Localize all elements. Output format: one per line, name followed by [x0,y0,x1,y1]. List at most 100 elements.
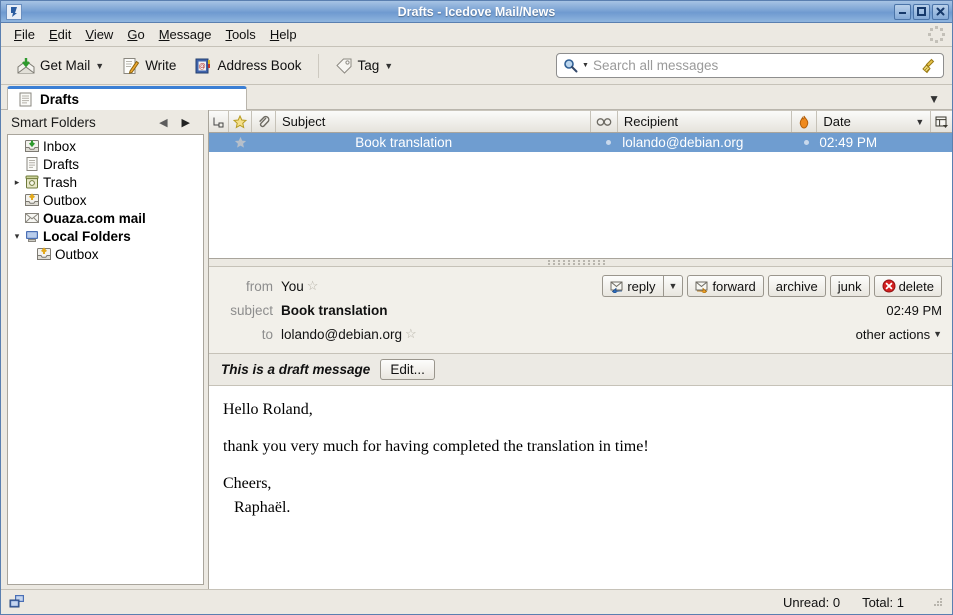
delete-button[interactable]: delete [873,275,942,297]
column-header-starred[interactable] [229,111,253,132]
folder-row-trash[interactable]: ▸ Trash [8,173,203,191]
toolbar-separator [317,53,319,78]
get-mail-chevron-down-icon[interactable]: ▼ [95,61,104,71]
folder-label-outbox: Outbox [43,192,87,208]
search-scope-chevron-down-icon[interactable]: ▼ [582,62,589,69]
search-container: ▼ Search all messages [556,53,944,78]
folder-row-local-folders[interactable]: ▾ Local Folders [8,227,203,245]
folder-label-ouaza-com-mail: Ouaza.com mail [43,210,146,226]
window-controls [894,3,949,20]
column-picker-icon [935,116,948,128]
menu-file[interactable]: File [7,25,42,44]
forward-icon [695,281,708,293]
minimize-icon[interactable] [894,3,911,20]
column-header-date[interactable]: Date ▼ [817,111,932,132]
junk-flame-column-icon [799,115,809,129]
sort-descending-chevron-icon[interactable]: ▼ [915,117,924,127]
tag-chevron-down-icon[interactable]: ▼ [384,61,393,71]
twisty-expanded-icon[interactable]: ▾ [10,231,24,242]
unread-column-icon [596,117,612,126]
menu-tools[interactable]: Tools [218,25,262,44]
folder-row-outbox[interactable]: Outbox [8,191,203,209]
address-book-button[interactable]: @ Address Book [186,52,309,80]
column-header-attachment[interactable] [252,111,276,132]
all-tabs-chevron-down-icon[interactable]: ▼ [928,92,940,106]
tag-icon [335,58,351,74]
window-resize-grip-icon[interactable] [932,596,944,608]
drafts-icon [26,157,38,171]
from-star-icon[interactable]: ☆ [307,278,319,294]
delete-icon [882,279,896,293]
from-value: You ☆ [281,278,318,294]
main-content: Smart Folders ◀ ▶ Inbox Drafts ▸ Trash O… [1,110,952,589]
folder-tree[interactable]: Inbox Drafts ▸ Trash Outbox Ouaza.com ma… [7,134,204,585]
table-row[interactable]: Book translation lolando@debian.org 02:4… [209,133,952,152]
pane-splitter[interactable] [209,259,952,267]
search-icon[interactable] [563,58,578,73]
reply-label: reply [627,278,656,294]
row-attachment-cell [252,133,275,152]
column-header-unread[interactable] [591,111,618,132]
column-header-subject[interactable]: Subject [276,111,591,132]
row-recipient: lolando@debian.org [622,135,744,150]
star-column-icon [233,114,248,129]
tag-button[interactable]: Tag ▼ [327,52,402,80]
column-header-recipient[interactable]: Recipient [618,111,793,132]
from-label: from [246,278,273,294]
to-star-icon[interactable]: ☆ [405,326,417,342]
folder-row-local-outbox[interactable]: Outbox [8,245,203,263]
header-line-subject: subject Book translation 02:49 PM [209,298,942,322]
menu-view[interactable]: View [78,25,120,44]
search-input[interactable]: ▼ Search all messages [556,53,944,78]
next-folder-view-arrow-icon[interactable]: ▶ [182,116,190,129]
statusbar: Unread: 0 Total: 1 [1,589,952,614]
broom-icon[interactable] [921,58,937,74]
previous-folder-view-arrow-icon[interactable]: ◀ [159,116,167,129]
folder-label-drafts: Drafts [43,156,80,172]
other-actions-button[interactable]: other actions ▼ [856,327,942,342]
reply-dropdown-chevron-down-icon[interactable]: ▼ [662,275,684,297]
row-thread-cell [209,133,229,152]
twisty-collapsed-icon[interactable]: ▸ [10,177,24,188]
close-icon[interactable] [932,3,949,20]
folder-label-local-folders: Local Folders [43,228,131,244]
column-picker-button[interactable] [931,111,952,132]
column-header-thread[interactable] [209,111,229,132]
column-header-recipient-label: Recipient [623,114,679,129]
folder-row-inbox[interactable]: Inbox [8,137,203,155]
row-subject: Book translation [355,135,453,150]
column-header-date-label: Date [823,114,851,129]
get-mail-button[interactable]: Get Mail ▼ [9,52,112,80]
offline-status-icon[interactable] [9,594,26,610]
inbox-icon [25,140,39,152]
icedove-main-window: Drafts - Icedove Mail/News File Edit Vie… [0,0,953,615]
maximize-icon[interactable] [913,3,930,20]
delete-label: delete [898,278,934,294]
reply-button-group: reply ▼ [602,275,684,297]
row-spacer-cell [931,133,952,152]
archive-button[interactable]: archive [767,275,826,297]
menu-message[interactable]: Message [152,25,219,44]
menu-go[interactable]: Go [120,25,151,44]
write-button[interactable]: Write [114,52,184,80]
row-date: 02:49 PM [819,135,878,150]
menu-help[interactable]: Help [263,25,304,44]
junk-button[interactable]: junk [829,275,870,297]
to-label: to [261,326,273,342]
column-header-junk[interactable] [792,111,818,132]
row-star-icon[interactable] [229,133,252,152]
menu-edit[interactable]: Edit [42,25,78,44]
folder-row-ouaza-com-mail[interactable]: Ouaza.com mail [8,209,203,227]
forward-button[interactable]: forward [687,275,764,297]
activity-throbber-icon [928,25,946,44]
message-action-buttons: reply ▼ forward archive junk delete [602,275,942,297]
body-closing: Cheers, [223,475,272,493]
smart-folders-header: Smart Folders ◀ ▶ [1,110,208,134]
folder-label-trash: Trash [43,174,78,190]
message-list[interactable]: Book translation lolando@debian.org 02:4… [209,133,952,259]
edit-draft-button[interactable]: Edit... [380,359,435,380]
reply-button[interactable]: reply [602,275,663,297]
tab-drafts[interactable]: Drafts [7,86,247,110]
mail-toolbar: Get Mail ▼ Write @ Address Book Tag ▼ ▼ … [1,47,952,85]
folder-row-drafts[interactable]: Drafts [8,155,203,173]
